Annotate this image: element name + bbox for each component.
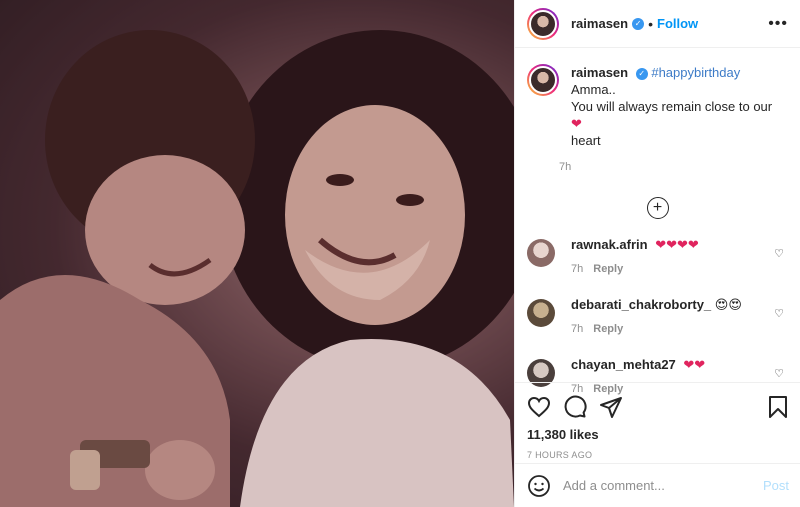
- comment-text: 😍😍: [714, 297, 742, 312]
- caption-text-c: heart: [571, 133, 601, 148]
- heart-icon[interactable]: ♡: [774, 367, 784, 380]
- comment-icon[interactable]: [563, 395, 587, 419]
- comment-text: ❤❤❤❤: [655, 237, 699, 252]
- more-options-icon[interactable]: •••: [768, 15, 788, 33]
- posted-time: 7 HOURS AGO: [527, 450, 593, 460]
- reply-button[interactable]: Reply: [593, 323, 623, 335]
- caption-text-a: Amma..: [571, 82, 616, 97]
- caption-avatar[interactable]: [527, 64, 559, 96]
- plus-circle-icon[interactable]: +: [646, 197, 669, 219]
- comment-avatar[interactable]: [527, 299, 555, 327]
- comment-username[interactable]: rawnak.afrin: [571, 237, 648, 252]
- reply-button[interactable]: Reply: [593, 263, 623, 275]
- comment-time: 7h: [571, 263, 584, 275]
- heart-icon[interactable]: [527, 395, 551, 419]
- caption-username[interactable]: raimasen: [571, 65, 628, 80]
- emoji-icon[interactable]: [527, 474, 551, 498]
- comment-text: ❤❤: [683, 357, 706, 372]
- post-side-panel: raimasen ✓ • Follow ••• raimasen ✓ #happ…: [514, 0, 800, 507]
- author-username[interactable]: raimasen: [571, 16, 628, 31]
- comment-item: debarati_chakroborty_ 😍😍 7h Reply ♡: [515, 297, 800, 357]
- caption: raimasen ✓ #happybirthday Amma.. You wil…: [515, 48, 800, 149]
- photo-illustration: [0, 0, 514, 507]
- post-photo[interactable]: [0, 0, 514, 507]
- author-avatar[interactable]: [527, 7, 559, 40]
- add-comment-row: Post: [515, 463, 800, 507]
- follow-button[interactable]: Follow: [657, 16, 698, 31]
- post-actions: 11,380 likes 7 HOURS AGO: [515, 382, 800, 460]
- heart-emoji: ❤: [571, 116, 582, 131]
- heart-icon[interactable]: ♡: [774, 247, 784, 260]
- caption-hashtag[interactable]: #happybirthday: [651, 65, 740, 80]
- verified-icon: ✓: [635, 67, 648, 80]
- save-icon[interactable]: [767, 395, 789, 419]
- separator-dot: •: [648, 15, 653, 32]
- post-header: raimasen ✓ • Follow •••: [515, 0, 800, 48]
- likes-count[interactable]: 11,380 likes: [527, 427, 789, 442]
- comment-time: 7h: [571, 323, 584, 335]
- comment-avatar[interactable]: [527, 239, 555, 267]
- caption-text-b: You will always remain close to our: [571, 99, 773, 114]
- share-icon[interactable]: [599, 395, 623, 419]
- comment-username[interactable]: debarati_chakroborty_: [571, 297, 711, 312]
- comment-item: rawnak.afrin ❤❤❤❤ 7h Reply ♡: [515, 237, 800, 297]
- caption-text: raimasen ✓ #happybirthday Amma.. You wil…: [571, 64, 786, 149]
- instagram-post: raimasen ✓ • Follow ••• raimasen ✓ #happ…: [0, 0, 800, 507]
- comment-input[interactable]: [563, 478, 753, 493]
- post-button[interactable]: Post: [763, 478, 789, 493]
- comment-username[interactable]: chayan_mehta27: [571, 357, 676, 372]
- verified-icon: ✓: [632, 17, 645, 30]
- heart-icon[interactable]: ♡: [774, 307, 784, 320]
- caption-time: 7h: [559, 161, 572, 173]
